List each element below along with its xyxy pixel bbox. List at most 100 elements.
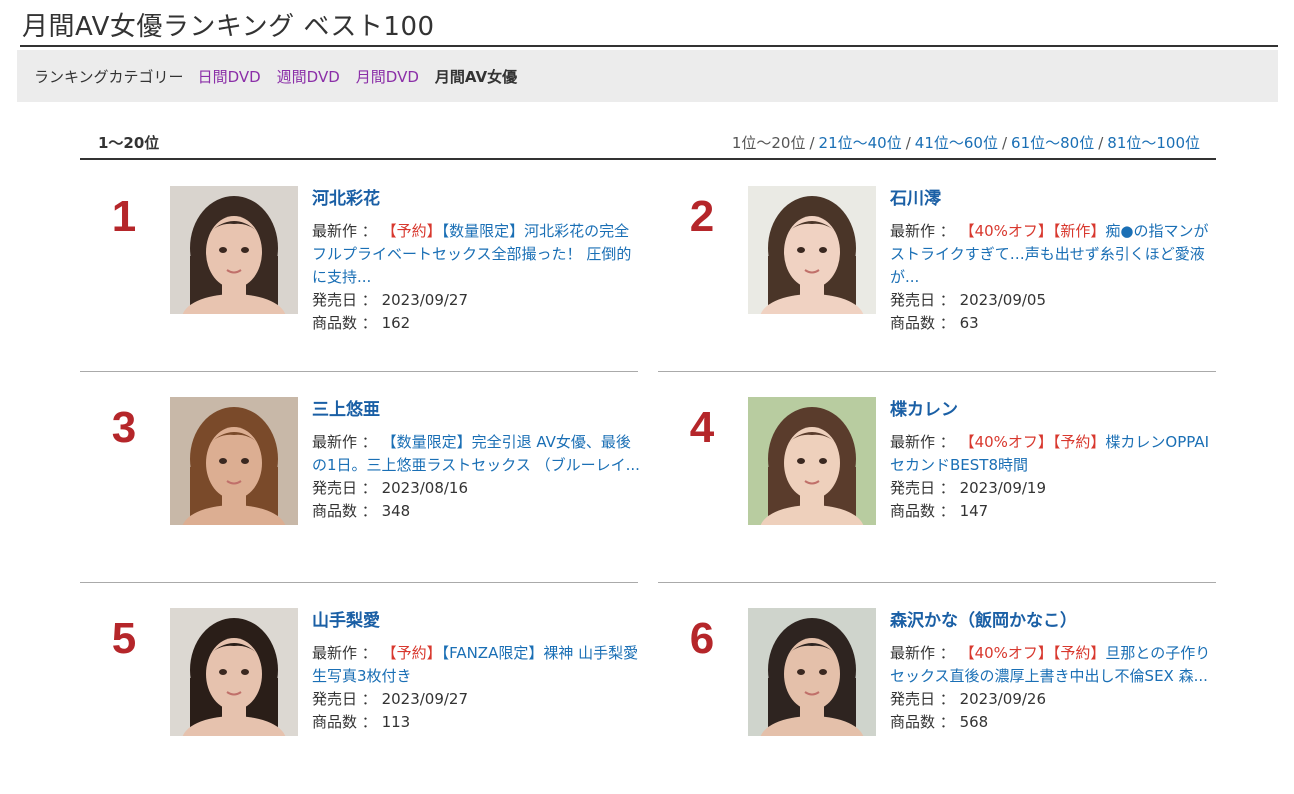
category-current: 月間AV女優 [434,67,518,86]
actress-name-link[interactable]: 石川澪 [890,188,1220,211]
release-date: 発売日 ： 2023/09/19 [890,477,1220,500]
latest-work: 最新作 ： 【予約】【FANZA限定】裸神 山手梨愛 生写真3枚付き [312,642,642,688]
latest-work: 最新作 ： 【数量限定】完全引退 AV女優、最後の1日。三上悠亜ラストセックス … [312,431,642,477]
row-divider [80,582,638,583]
range-pager: 1位〜20位/21位〜40位/41位〜60位/61位〜80位/81位〜100位 [732,132,1200,153]
latest-label: 最新作 ： [890,644,955,662]
product-count: 商品数 ： 162 [312,312,642,335]
product-tag: 【予約】 [1052,644,1106,662]
ranking-card: 6 森沢かな（飯岡かなこ） 最新作 ： 【40%オフ】【予約】旦那との子作りセックス… [658,582,1216,794]
pager-link-41-60[interactable]: 41位〜60位 [915,134,998,152]
count-label: 商品数 ： [312,713,377,731]
latest-label: 最新作 ： [890,222,955,240]
actress-photo[interactable] [170,397,298,525]
count-label: 商品数 ： [312,314,377,332]
latest-label: 最新作 ： [312,433,377,451]
row-divider [658,582,1216,583]
pager-link-61-80[interactable]: 61位〜80位 [1011,134,1094,152]
product-tag: 【予約】 [1052,433,1106,451]
product-tag: 【40%オフ】 [959,433,1053,451]
category-link-monthly-dvd[interactable]: 月間DVD [356,66,419,87]
product-count: 商品数 ： 113 [312,711,642,734]
count-value: 63 [959,314,979,332]
product-tag: 【新作】 [1052,222,1106,240]
pager-separator: / [905,134,911,152]
row-divider [658,371,1216,372]
ranking-card: 4 楪カレン 最新作 ： 【40%オフ】【予約】楪カレンOPPAIセカンドBEST8… [658,371,1216,583]
release-value: 2023/09/05 [959,291,1047,309]
rank-number: 4 [689,403,715,452]
latest-work: 最新作 ： 【40%オフ】【予約】旦那との子作りセックス直後の濃厚上書き中出し不… [890,642,1220,688]
actress-info: 山手梨愛 最新作 ： 【予約】【FANZA限定】裸神 山手梨愛 生写真3枚付き 発売… [312,610,642,734]
page-title: 月間AV女優ランキング ベスト100 [22,12,435,42]
latest-work: 最新作 ： 【予約】【数量限定】河北彩花の完全フルプライベートセックス全部撮った… [312,220,642,289]
actress-info: 森沢かな（飯岡かなこ） 最新作 ： 【40%オフ】【予約】旦那との子作りセックス直… [890,610,1220,734]
rank-number: 5 [111,614,137,663]
product-tag: 【FANZA限定】 [441,644,544,662]
release-label: 発売日 ： [312,291,377,309]
rank-number: 1 [111,192,137,241]
pager-link-21-40[interactable]: 21位〜40位 [819,134,902,152]
release-label: 発売日 ： [312,479,377,497]
product-tag: 【40%オフ】 [959,644,1053,662]
product-tag: 【40%オフ】 [959,222,1053,240]
category-link-daily-dvd[interactable]: 日間DVD [198,66,261,87]
latest-label: 最新作 ： [312,644,377,662]
ranking-card: 5 山手梨愛 最新作 ： 【予約】【FANZA限定】裸神 山手梨愛 生写真3枚付き発… [80,582,638,794]
release-value: 2023/09/26 [959,690,1047,708]
release-value: 2023/09/27 [381,690,469,708]
release-value: 2023/09/19 [959,479,1047,497]
range-bar: 1〜20位 1位〜20位/21位〜40位/41位〜60位/61位〜80位/81位… [80,130,1216,158]
actress-name-link[interactable]: 山手梨愛 [312,610,642,633]
count-value: 113 [381,713,411,731]
release-label: 発売日 ： [890,479,955,497]
latest-label: 最新作 ： [312,222,377,240]
release-date: 発売日 ： 2023/08/16 [312,477,642,500]
actress-info: 河北彩花最新作 ： 【予約】【数量限定】河北彩花の完全フルプライベートセックス全… [312,188,642,335]
release-value: 2023/08/16 [381,479,469,497]
actress-photo[interactable] [748,397,876,525]
actress-info: 楪カレン最新作 ： 【40%オフ】【予約】楪カレンOPPAIセカンドBEST8時… [890,399,1220,523]
count-label: 商品数 ： [890,314,955,332]
actress-name-link[interactable]: 河北彩花 [312,188,642,211]
product-count: 商品数 ： 348 [312,500,642,523]
category-bar: ランキングカテゴリー 日間DVD 週間DVD 月間DVD 月間AV女優 [17,50,1278,102]
pager-current: 1位〜20位 [731,134,806,152]
product-tag: 【数量限定】 [441,222,525,240]
rank-number: 3 [111,403,137,452]
latest-label: 最新作 ： [890,433,955,451]
ranking-card: 3 三上悠亜最新作 ： 【数量限定】完全引退 AV女優、最後の1日。三上悠亜ラスト… [80,371,640,583]
count-label: 商品数 ： [890,713,955,731]
product-tag: 【予約】 [381,222,442,240]
actress-info: 三上悠亜最新作 ： 【数量限定】完全引退 AV女優、最後の1日。三上悠亜ラストセ… [312,399,642,523]
latest-work: 最新作 ： 【40%オフ】【新作】痴●の指マンがストライクすぎて…声も出せず糸引… [890,220,1220,289]
release-date: 発売日 ： 2023/09/27 [312,688,642,711]
product-tag: 【数量限定】 [381,433,472,451]
latest-work: 最新作 ： 【40%オフ】【予約】楪カレンOPPAIセカンドBEST8時間 [890,431,1220,477]
category-link-weekly-dvd[interactable]: 週間DVD [277,66,340,87]
release-label: 発売日 ： [890,690,955,708]
rank-number: 6 [689,614,715,663]
pager-link-81-100[interactable]: 81位〜100位 [1107,134,1200,152]
product-count: 商品数 ： 147 [890,500,1220,523]
row-divider [80,371,638,372]
actress-name-link[interactable]: 三上悠亜 [312,399,642,422]
actress-name-link[interactable]: 楪カレン [890,399,1220,422]
ranking-card: 2 石川澪 最新作 ： 【40%オフ】【新作】痴●の指マンがストライクすぎて…声も出… [658,160,1216,372]
count-value: 348 [381,502,411,520]
release-label: 発売日 ： [312,690,377,708]
actress-photo[interactable] [170,608,298,736]
release-label: 発売日 ： [890,291,955,309]
actress-photo[interactable] [748,608,876,736]
title-divider [20,45,1278,47]
actress-photo[interactable] [748,186,876,314]
count-value: 568 [959,713,989,731]
product-tag: 【予約】 [381,644,442,662]
release-date: 発売日 ： 2023/09/27 [312,289,642,312]
pager-separator: / [1098,134,1104,152]
actress-photo[interactable] [170,186,298,314]
pager-separator: / [1001,134,1008,152]
count-value: 162 [381,314,411,332]
actress-name-link[interactable]: 森沢かな（飯岡かなこ） [890,610,1220,633]
pager-separator: / [809,134,815,152]
